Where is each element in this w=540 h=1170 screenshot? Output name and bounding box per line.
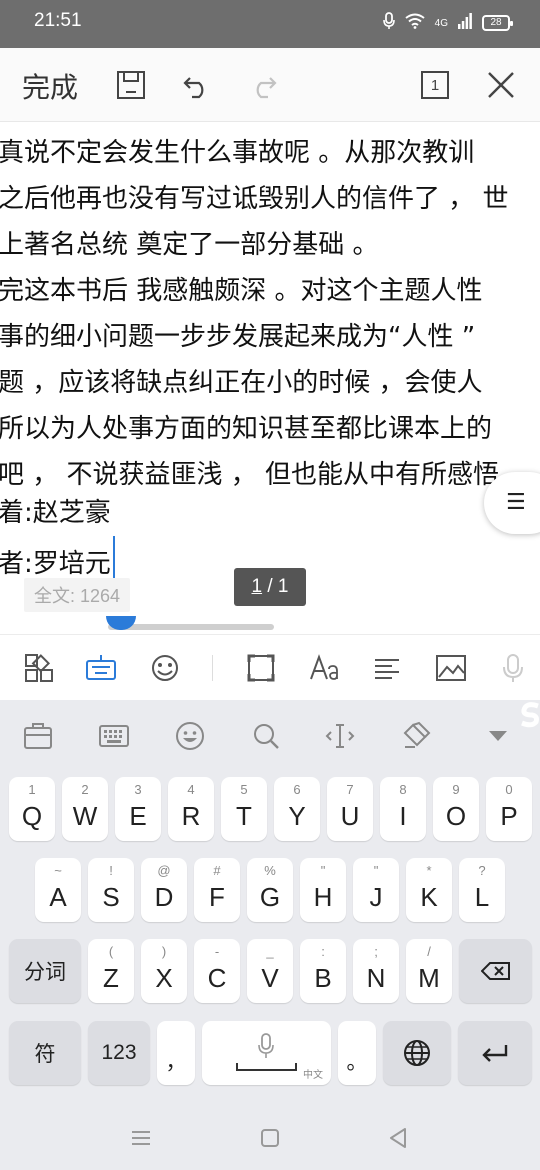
done-button[interactable]: 完成 bbox=[22, 66, 78, 106]
key-e[interactable]: 3E bbox=[115, 777, 161, 841]
period-key[interactable]: 。 bbox=[338, 1021, 376, 1085]
key-k[interactable]: * K bbox=[406, 858, 452, 922]
key-d[interactable]: @ D bbox=[141, 858, 187, 922]
page-count-badge: 1 bbox=[430, 76, 440, 94]
key-p[interactable]: 0P bbox=[486, 777, 532, 841]
microphone-icon bbox=[258, 1033, 274, 1063]
doc-line: 完这本书后 我感触颇深 。对这个主题人性 bbox=[0, 276, 483, 306]
collapse-keyboard-icon[interactable] bbox=[482, 720, 514, 752]
key-m[interactable]: / M bbox=[406, 939, 452, 1003]
recent-apps-icon[interactable] bbox=[129, 1126, 153, 1150]
top-toolbar: 完成 1 bbox=[0, 48, 540, 122]
key-r[interactable]: 4R bbox=[168, 777, 214, 841]
scroll-track[interactable] bbox=[108, 624, 274, 630]
space-key[interactable]: 中文 bbox=[202, 1021, 331, 1085]
key-q[interactable]: 1Q bbox=[9, 777, 55, 841]
doc-line-text: 者:罗培元 bbox=[0, 549, 111, 579]
status-bar: 21:51 4G 28 bbox=[0, 0, 540, 48]
doc-line: 着:赵芝豪 bbox=[0, 498, 111, 528]
doc-line: 事的细小问题一步步发展起来成为“人性 ” bbox=[0, 322, 476, 352]
menu-icon: ☰ bbox=[506, 490, 526, 515]
emoji-keyboard-icon[interactable] bbox=[174, 720, 206, 752]
key-c[interactable]: -C bbox=[194, 939, 240, 1003]
key-s[interactable]: ! S bbox=[88, 858, 134, 922]
page-current: 1 bbox=[251, 576, 263, 597]
backspace-icon bbox=[459, 939, 532, 1003]
clipboard-icon[interactable] bbox=[22, 720, 54, 752]
symbol-key[interactable]: 符 bbox=[9, 1021, 81, 1085]
voice-input-icon[interactable] bbox=[496, 651, 530, 685]
comma-key[interactable]: ， bbox=[157, 1021, 195, 1085]
home-icon[interactable] bbox=[258, 1126, 282, 1150]
doc-line: 所以为人处事方面的知识甚至都比课本上的 bbox=[0, 414, 493, 444]
doc-line: 吧 ， 不说获益匪浅 ， 但也能从中有所感悟 bbox=[0, 460, 500, 490]
segment-key[interactable]: 分词 bbox=[9, 939, 81, 1003]
key-z[interactable]: (Z bbox=[88, 939, 134, 1003]
key-v[interactable]: _ V bbox=[247, 939, 293, 1003]
space-bar-glyph bbox=[236, 1063, 297, 1071]
redo-icon[interactable] bbox=[246, 68, 280, 102]
key-b[interactable]: :B bbox=[300, 939, 346, 1003]
keyboard-toggle-icon[interactable] bbox=[84, 651, 118, 685]
floating-menu-button[interactable]: ☰ bbox=[484, 472, 540, 534]
key-o[interactable]: 9O bbox=[433, 777, 479, 841]
font-style-icon[interactable] bbox=[308, 651, 342, 685]
doc-line: 上著名总统 奠定了一部分基础 。 bbox=[0, 230, 379, 260]
undo-icon[interactable] bbox=[180, 68, 214, 102]
key-h[interactable]: " H bbox=[300, 858, 346, 922]
key-x[interactable]: ) X bbox=[141, 939, 187, 1003]
word-count: 全文: 1264 bbox=[24, 578, 131, 612]
doc-line-cursor: 者:罗培元 bbox=[0, 536, 115, 584]
text-cursor bbox=[112, 536, 115, 584]
search-icon[interactable] bbox=[250, 720, 282, 752]
sogou-logo-icon bbox=[516, 700, 540, 732]
numeric-key[interactable]: 123 bbox=[88, 1021, 150, 1085]
key-y[interactable]: 6Y bbox=[274, 777, 320, 841]
keyboard: 1Q 2W 3E 4R 5T 6Y 7U 8I 9O 0P ~ A ! S @ D #… bbox=[0, 700, 540, 1170]
battery-icon: 28 bbox=[482, 15, 513, 31]
save-icon[interactable] bbox=[114, 68, 148, 102]
page-count-icon[interactable]: 1 bbox=[418, 68, 452, 102]
align-left-icon[interactable] bbox=[370, 651, 404, 685]
language-key[interactable] bbox=[383, 1021, 451, 1085]
key-a[interactable]: ~ A bbox=[35, 858, 81, 922]
close-icon[interactable] bbox=[484, 68, 518, 102]
enter-key[interactable] bbox=[458, 1021, 532, 1085]
cursor-move-icon[interactable] bbox=[324, 720, 356, 752]
key-f[interactable]: # F bbox=[194, 858, 240, 922]
fullscreen-icon[interactable] bbox=[244, 651, 278, 685]
page-total: 1 bbox=[277, 576, 289, 597]
status-icons: 4G 28 bbox=[382, 12, 513, 34]
key-l[interactable]: ? L bbox=[459, 858, 505, 922]
key-g[interactable]: % G bbox=[247, 858, 293, 922]
key-u[interactable]: 7U bbox=[327, 777, 373, 841]
edit-toolbar bbox=[0, 634, 540, 700]
key-w[interactable]: 2W bbox=[62, 777, 108, 841]
insert-image-icon[interactable] bbox=[434, 651, 468, 685]
theme-brush-icon[interactable] bbox=[400, 720, 432, 752]
page-indicator: 1 / 1 bbox=[234, 568, 306, 606]
key-n[interactable]: ; N bbox=[353, 939, 399, 1003]
microphone-icon bbox=[382, 12, 395, 34]
globe-icon bbox=[383, 1021, 451, 1085]
network-type: 4G bbox=[434, 17, 448, 29]
doc-line: 之后他再也没有写过诋毁别人的信件了 ， 世 bbox=[0, 184, 509, 214]
wifi-icon bbox=[405, 13, 425, 33]
doc-line: 真说不定会发生什么事故呢 。从那次教训 bbox=[0, 138, 475, 168]
backspace-key[interactable] bbox=[459, 939, 532, 1003]
apps-grid-icon[interactable] bbox=[22, 651, 56, 685]
signal-icon bbox=[458, 13, 472, 33]
doc-line: 题 ，应该将缺点纠正在小的时候 ，会使人 bbox=[0, 368, 483, 398]
enter-icon bbox=[458, 1021, 532, 1085]
key-t[interactable]: 5T bbox=[221, 777, 267, 841]
key-j[interactable]: " J bbox=[353, 858, 399, 922]
status-time: 21:51 bbox=[34, 10, 82, 31]
toolbar-separator bbox=[212, 655, 213, 681]
key-i[interactable]: 8I bbox=[380, 777, 426, 841]
page-separator: / bbox=[262, 576, 278, 597]
keyboard-layout-icon[interactable] bbox=[98, 720, 130, 752]
back-icon[interactable] bbox=[386, 1126, 410, 1150]
emoji-icon[interactable] bbox=[148, 651, 182, 685]
document-area[interactable]: 真说不定会发生什么事故呢 。从那次教训 之后他再也没有写过诋毁别人的信件了 ， … bbox=[0, 122, 540, 634]
